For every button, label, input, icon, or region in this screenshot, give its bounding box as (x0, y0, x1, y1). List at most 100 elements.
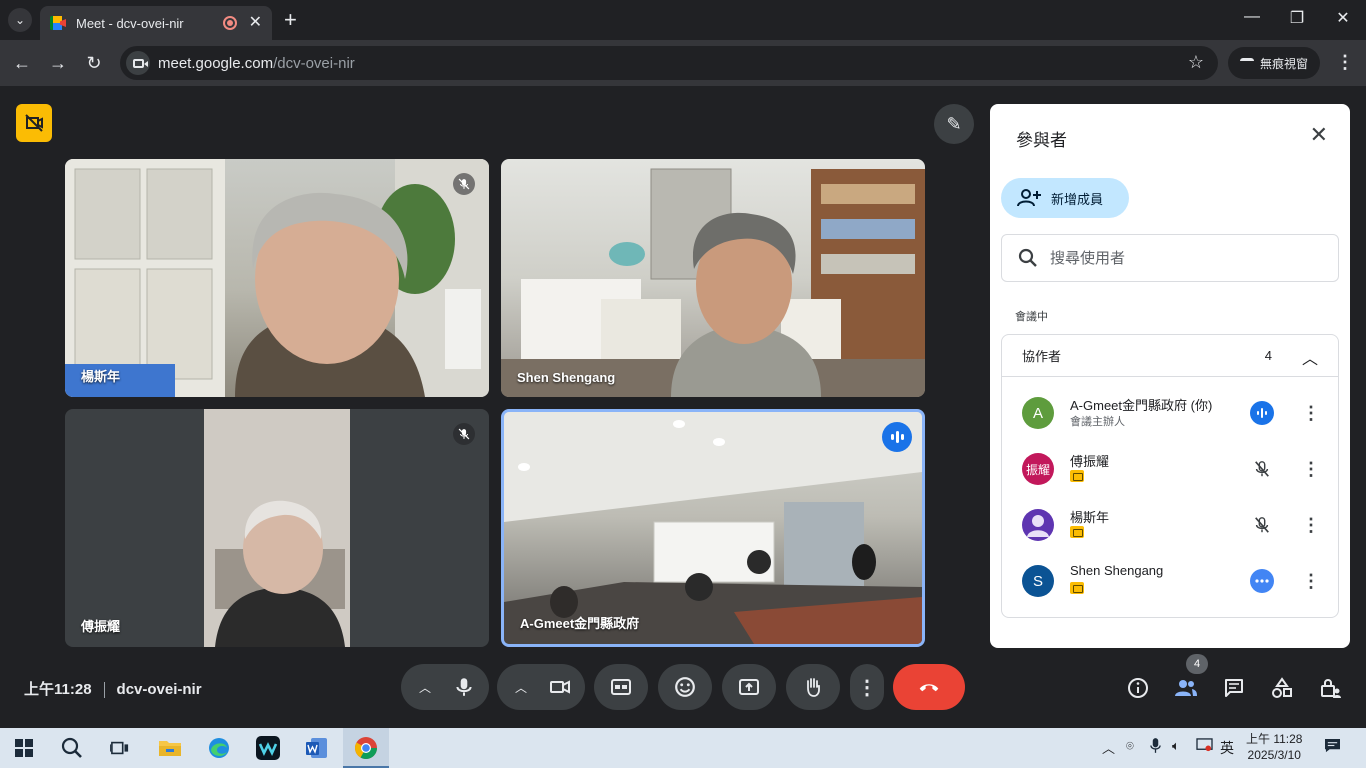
video-options-chevron-icon[interactable]: ︿ (515, 679, 527, 696)
divider (103, 682, 105, 699)
present-screen-button[interactable] (722, 664, 776, 710)
url-path: /dcv-ovei-nir (273, 54, 355, 72)
edge-browser-icon[interactable] (205, 734, 233, 762)
reload-button[interactable]: ↻ (83, 52, 105, 74)
more-options-button[interactable]: ⋮ (850, 664, 884, 710)
more-audio-icon (1250, 569, 1274, 593)
taskbar-clock[interactable]: 上午 11:28 2025/3/10 (1246, 731, 1302, 763)
tab-close-icon[interactable]: ✕ (249, 15, 262, 31)
site-info-icon[interactable] (126, 51, 150, 75)
tab-search-button[interactable]: ⌄ (8, 8, 32, 32)
video-tile-1[interactable]: 楊斯年 (65, 159, 489, 397)
video-off-icon (25, 114, 43, 132)
audio-options-chevron-icon[interactable]: ︿ (419, 679, 431, 696)
video-off-badge-icon (1070, 526, 1084, 538)
video-off-badge-icon (1070, 470, 1084, 482)
hang-up-icon (919, 684, 939, 692)
windows-start-icon[interactable] (10, 734, 38, 762)
microphone-tray-icon[interactable] (1150, 738, 1161, 756)
search-input[interactable] (1050, 249, 1310, 267)
chevron-up-icon[interactable]: ︿ (1302, 345, 1318, 369)
captions-button[interactable] (594, 664, 648, 710)
video-frame (504, 412, 922, 644)
more-options-icon[interactable]: ⋮ (1302, 457, 1320, 481)
address-bar[interactable]: meet.google.com/dcv-ovei-nir ☆ (120, 46, 1218, 80)
tile-name: Shen Shengang (517, 370, 616, 385)
restore-window-button[interactable]: ❐ (1285, 8, 1309, 28)
display-icon[interactable] (1196, 738, 1213, 756)
volume-icon[interactable]: 🔈︎ (1172, 738, 1180, 754)
video-tile-4[interactable]: A-Gmeet金門縣政府 (501, 409, 925, 647)
taskbar-time: 上午 11:28 (1246, 732, 1303, 746)
avatar (1022, 509, 1054, 541)
notifications-icon[interactable] (1324, 738, 1341, 756)
participant-row[interactable]: A A-Gmeet金門縣政府 (你) 會議主辦人 ⋮ (1002, 385, 1340, 441)
input-method-indicator[interactable]: 英 (1220, 738, 1234, 758)
word-icon[interactable] (303, 734, 331, 762)
close-window-button[interactable]: ✕ (1331, 8, 1355, 28)
participant-row[interactable]: 楊斯年 ⋮ (1002, 497, 1340, 553)
video-frame (501, 168, 925, 397)
host-controls-button[interactable] (1318, 676, 1342, 700)
meeting-details-button[interactable] (1126, 676, 1150, 700)
participant-row[interactable]: 振耀 傅振耀 ⋮ (1002, 441, 1340, 497)
video-tile-3[interactable]: 傅振耀 (65, 409, 489, 647)
browser-tab-bar: ⌄ Meet - dcv-ovei-nir ✕ + — ❐ ✕ (0, 0, 1366, 40)
reactions-button[interactable] (658, 664, 712, 710)
people-count-badge: 4 (1186, 654, 1208, 674)
browser-menu-button[interactable]: ⋮ (1336, 52, 1354, 72)
back-button[interactable]: ← (11, 52, 33, 74)
task-view-icon[interactable] (106, 734, 134, 762)
activities-button[interactable] (1270, 676, 1294, 700)
file-explorer-icon[interactable] (156, 734, 184, 762)
meet-favicon-icon (50, 16, 66, 30)
activities-icon (1272, 677, 1292, 698)
meeting-info: 上午11:28 dcv-ovei-nir (24, 678, 202, 699)
group-count: 4 (1264, 348, 1272, 363)
windows-taskbar: ︿ ⌾ 🔈︎ 英 上午 11:28 2025/3/10 (0, 728, 1366, 768)
bookmark-star-icon[interactable]: ☆ (1188, 52, 1204, 73)
browser-tab-meet[interactable]: Meet - dcv-ovei-nir ✕ (40, 6, 272, 40)
raise-hand-button[interactable] (786, 664, 840, 710)
recording-indicator-icon (222, 16, 237, 30)
contributors-group: 協作者 4 ︿ A A-Gmeet金門縣政府 (你) 會議主辦人 ⋮ 振耀 傅振… (1001, 334, 1339, 618)
tile-name: 傅振耀 (81, 619, 121, 634)
close-panel-icon[interactable]: ✕ (1310, 124, 1328, 146)
chat-button[interactable] (1222, 676, 1246, 700)
add-people-label: 新增成員 (1051, 191, 1104, 207)
more-options-icon[interactable]: ⋮ (1302, 569, 1320, 593)
network-icon[interactable]: ⌾ (1126, 738, 1134, 754)
microphone-icon[interactable] (453, 676, 475, 698)
participant-row[interactable]: S Shen Shengang ⋮ (1002, 553, 1340, 609)
camera-icon[interactable] (549, 676, 571, 698)
video-tile-2[interactable]: Shen Shengang (501, 159, 925, 397)
video-off-badge-icon (1070, 582, 1084, 594)
group-header[interactable]: 協作者 4 ︿ (1002, 335, 1338, 377)
incognito-indicator[interactable]: 無痕視窗 (1228, 47, 1320, 79)
search-people-field[interactable] (1001, 234, 1339, 282)
forward-button[interactable]: → (47, 52, 69, 74)
chrome-icon[interactable] (352, 734, 380, 762)
muted-icon (453, 173, 475, 195)
url-host: meet.google.com (158, 54, 274, 72)
minimize-window-button[interactable]: — (1240, 8, 1264, 26)
microphone-control[interactable]: ︿ (401, 664, 489, 710)
visual-effects-button[interactable]: ✎ (934, 104, 974, 144)
webex-icon[interactable] (254, 734, 282, 762)
browser-toolbar: ← → ↻ meet.google.com/dcv-ovei-nir ☆ 無痕視… (0, 40, 1366, 86)
camera-off-badge[interactable] (16, 104, 52, 142)
taskbar-date: 2025/3/10 (1247, 748, 1301, 762)
info-icon (1128, 678, 1148, 698)
participant-name: 傅振耀 (1070, 454, 1110, 469)
add-people-button[interactable]: 新增成員 (1001, 178, 1129, 218)
leave-call-button[interactable] (893, 664, 965, 710)
muted-icon (1250, 513, 1274, 537)
new-tab-button[interactable]: + (284, 8, 297, 32)
search-icon[interactable] (58, 734, 86, 762)
people-button[interactable] (1174, 676, 1198, 700)
more-options-icon[interactable]: ⋮ (1302, 401, 1320, 425)
camera-control[interactable]: ︿ (497, 664, 585, 710)
tile-name: A-Gmeet金門縣政府 (520, 616, 640, 631)
show-hidden-icons-chevron-icon[interactable]: ︿ (1102, 738, 1115, 757)
more-options-icon[interactable]: ⋮ (1302, 513, 1320, 537)
